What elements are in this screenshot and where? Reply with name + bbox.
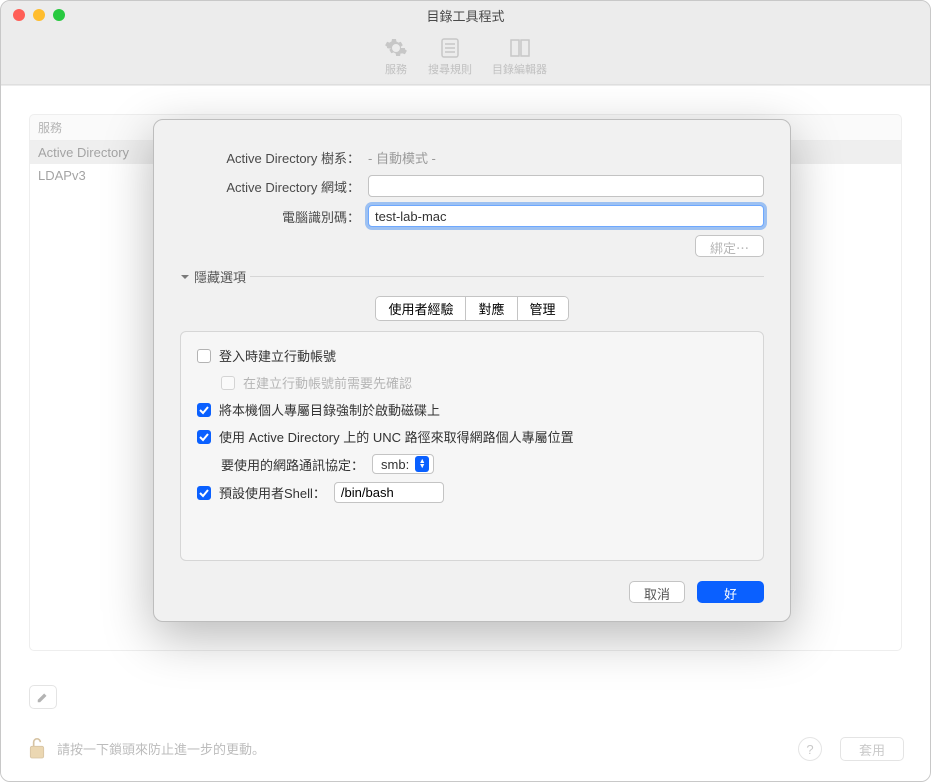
cancel-button[interactable]: 取消 (629, 581, 685, 603)
window-title: 目錄工具程式 (1, 6, 930, 25)
tab-mappings[interactable]: 對應 (466, 297, 517, 320)
protocol-select[interactable]: smb: ▲▼ (372, 454, 434, 474)
tab-admin[interactable]: 管理 (518, 297, 568, 320)
checkbox-default-shell[interactable] (197, 486, 211, 500)
label-use-unc: 使用 Active Directory 上的 UNC 路徑來取得網路個人專屬位置 (219, 427, 574, 446)
forest-value: - 自動模式 - (368, 148, 436, 167)
label-create-mobile: 登入時建立行動帳號 (219, 346, 336, 365)
forest-label: Active Directory 樹系： (180, 148, 360, 167)
shell-input[interactable] (334, 482, 444, 503)
label-default-shell: 預設使用者Shell： (219, 483, 326, 502)
checkbox-confirm-mobile (221, 376, 235, 390)
checkbox-force-home[interactable] (197, 403, 211, 417)
toolbar-search-rules[interactable]: 搜尋規則 (420, 34, 480, 79)
list-icon (438, 36, 462, 60)
chevron-down-icon (180, 272, 190, 282)
domain-label: Active Directory 網域： (180, 177, 360, 196)
select-arrows-icon: ▲▼ (415, 456, 429, 472)
toolbar-services[interactable]: 服務 (376, 34, 416, 79)
domain-input[interactable] (368, 175, 764, 197)
label-confirm-mobile: 在建立行動帳號前需要先確認 (243, 373, 412, 392)
hide-options-toggle[interactable]: 隱藏選項 (180, 267, 764, 286)
book-icon (508, 36, 532, 60)
computer-id-label: 電腦識別碼： (180, 207, 360, 226)
label-force-home: 將本機個人專屬目錄強制於啟動磁碟上 (219, 400, 440, 419)
gear-icon (384, 36, 408, 60)
checkbox-create-mobile[interactable] (197, 349, 211, 363)
bind-button[interactable]: 綁定⋯ (695, 235, 764, 257)
options-tabs: 使用者經驗 對應 管理 (375, 296, 568, 321)
options-panel: 登入時建立行動帳號 在建立行動帳號前需要先確認 將本機個人專屬目錄強制於啟動磁碟… (180, 331, 764, 561)
checkbox-use-unc[interactable] (197, 430, 211, 444)
ok-button[interactable]: 好 (697, 581, 764, 603)
tab-user-experience[interactable]: 使用者經驗 (376, 297, 466, 320)
label-protocol: 要使用的網路通訊協定： (221, 455, 364, 474)
titlebar: 目錄工具程式 (1, 1, 930, 29)
ad-config-sheet: Active Directory 樹系： - 自動模式 - Active Dir… (153, 119, 791, 622)
toolbar-editor[interactable]: 目錄編輯器 (484, 34, 555, 79)
computer-id-input[interactable] (368, 205, 764, 227)
toolbar: 服務 搜尋規則 目錄編輯器 (1, 29, 930, 85)
